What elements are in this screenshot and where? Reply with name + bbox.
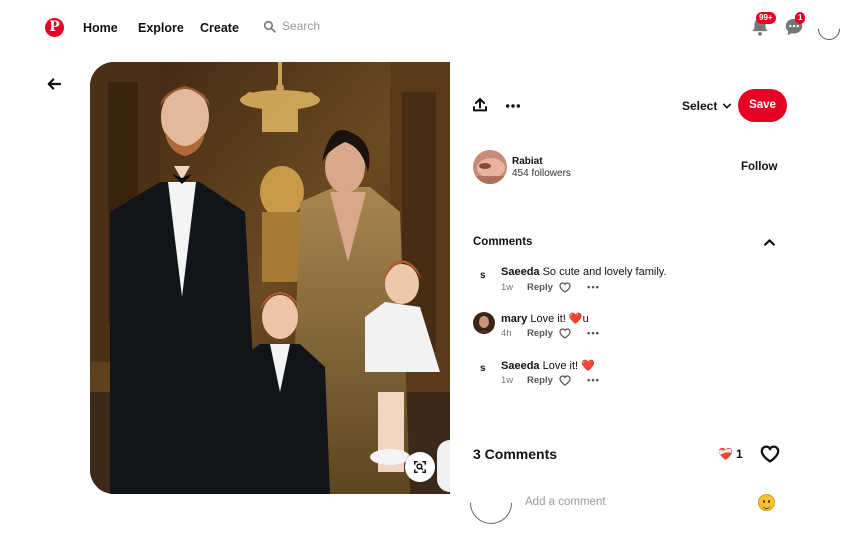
comment-author[interactable]: Saeeda xyxy=(501,360,540,372)
comment-body: Love it! xyxy=(530,313,569,325)
save-button[interactable]: Save xyxy=(738,89,787,122)
search-input[interactable] xyxy=(282,19,402,33)
chevron-down-icon xyxy=(723,103,732,109)
comment-emoji: ❤️u xyxy=(568,313,589,325)
lens-icon xyxy=(414,461,426,473)
comment-time: 1w xyxy=(501,375,514,386)
more-options-button[interactable] xyxy=(505,99,521,117)
react-button[interactable] xyxy=(760,445,780,468)
nav-create[interactable]: Create xyxy=(200,21,239,35)
comment-more-button[interactable]: ••• xyxy=(587,282,600,293)
visual-search-button[interactable] xyxy=(405,452,435,482)
comment-meta: 4h Reply ••• xyxy=(501,328,600,339)
search-bar[interactable] xyxy=(263,19,402,33)
pin-image[interactable] xyxy=(90,62,450,494)
comment-meta: 1w Reply ••• xyxy=(501,375,600,386)
board-select-button[interactable]: Select xyxy=(682,99,732,113)
heart-outline-icon xyxy=(559,328,571,339)
heart-outline-icon xyxy=(760,445,780,463)
chevron-up-icon xyxy=(764,239,775,246)
add-comment-input[interactable] xyxy=(525,496,745,508)
comment-more-button[interactable]: ••• xyxy=(587,328,600,339)
reply-button[interactable]: Reply xyxy=(527,328,559,339)
share-icon xyxy=(473,98,487,112)
arrow-left-icon xyxy=(47,78,62,90)
heart-outline-icon xyxy=(559,282,571,293)
comment-author[interactable]: mary xyxy=(501,313,527,325)
follow-button[interactable]: Follow xyxy=(741,161,777,173)
search-icon xyxy=(263,20,276,33)
like-comment-button[interactable] xyxy=(559,282,587,293)
comment-time: 1w xyxy=(501,282,514,293)
commenter-avatar[interactable] xyxy=(473,312,495,334)
collapse-comments-button[interactable] xyxy=(763,236,776,254)
profile-avatar[interactable] xyxy=(813,13,844,45)
nav-home[interactable]: Home xyxy=(83,21,118,35)
heart-outline-icon xyxy=(559,375,571,386)
comment-text: mary Love it! ❤️u xyxy=(501,312,589,325)
comment-text: Saeeda So cute and lovely family. xyxy=(501,266,667,278)
ellipsis-icon xyxy=(505,104,521,108)
comments-heading: Comments xyxy=(473,236,533,248)
reply-button[interactable]: Reply xyxy=(527,375,559,386)
creator-avatar[interactable] xyxy=(473,150,507,184)
comment-meta: 1w Reply ••• xyxy=(501,282,600,293)
creator-followers: 454 followers xyxy=(512,168,571,179)
reaction-count: 1 xyxy=(735,447,743,461)
next-pin-peek[interactable] xyxy=(437,440,450,492)
like-comment-button[interactable] xyxy=(559,328,587,339)
share-button[interactable] xyxy=(472,97,488,118)
board-select-label: Select xyxy=(682,99,718,113)
comment-time: 4h xyxy=(501,328,512,339)
comment-count: 3 Comments xyxy=(473,446,558,462)
like-comment-button[interactable] xyxy=(559,375,587,386)
comment-emoji: ❤️ xyxy=(581,360,595,372)
comment-body: So cute and lovely family. xyxy=(542,266,667,278)
back-button[interactable] xyxy=(45,75,65,95)
heart-reaction-icon: ❤️‍🩹 xyxy=(718,447,733,461)
reactions-summary[interactable]: ❤️‍🩹 1 xyxy=(718,447,743,461)
pin-page: P Home Explore Create 99+ 1 xyxy=(0,0,844,533)
creator-name[interactable]: Rabiat xyxy=(512,156,543,167)
emoji-picker-icon[interactable] xyxy=(758,494,775,511)
comment-more-button[interactable]: ••• xyxy=(587,375,600,386)
messages-button[interactable]: 1 xyxy=(783,12,806,38)
comment-text: Saeeda Love it! ❤️ xyxy=(501,359,595,372)
top-nav: P Home Explore Create 99+ 1 xyxy=(0,0,844,58)
current-user-avatar xyxy=(461,473,521,533)
commenter-avatar-initial[interactable]: s xyxy=(480,270,486,281)
notifications-button[interactable]: 99+ xyxy=(749,12,776,38)
notifications-badge: 99+ xyxy=(756,12,776,24)
comment-author[interactable]: Saeeda xyxy=(501,266,540,278)
commenter-avatar-initial[interactable]: s xyxy=(480,363,486,374)
reply-button[interactable]: Reply xyxy=(527,282,559,293)
nav-explore[interactable]: Explore xyxy=(138,21,184,35)
pinterest-logo[interactable]: P xyxy=(45,18,64,37)
comment-body: Love it! xyxy=(542,360,582,372)
